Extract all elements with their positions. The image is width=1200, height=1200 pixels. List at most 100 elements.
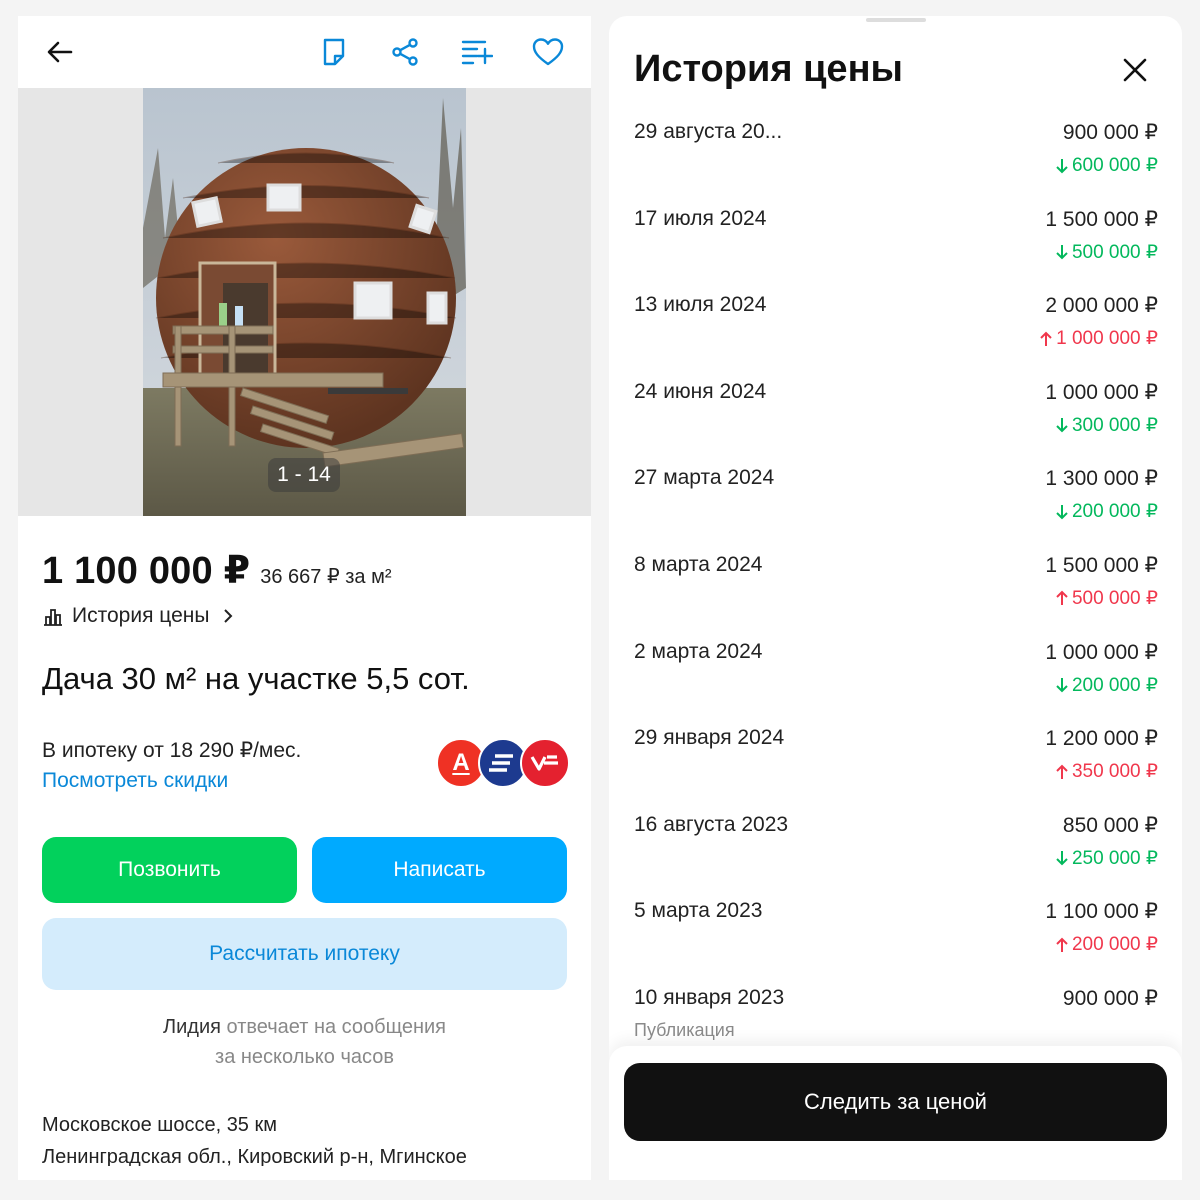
seller-reply-note: Лидия отвечает на сообщения за несколько… bbox=[18, 1012, 591, 1072]
history-row: 29 августа 20... 900 000 ₽ 600 000 ₽ bbox=[609, 116, 1182, 203]
price-history-sheet: История цены 29 августа 20... 900 000 ₽ 60… bbox=[609, 16, 1182, 1180]
history-change-value: 300 000 ₽ bbox=[1071, 414, 1158, 436]
listing-panel: 1 - 14 1 100 000 ₽ 36 667 ₽ за м² Истори… bbox=[18, 16, 591, 1180]
history-date: 8 марта 2024 bbox=[634, 552, 763, 576]
reply-line1: отвечает на сообщения bbox=[220, 1016, 446, 1038]
price-per-sqm: 36 667 ₽ за м² bbox=[260, 566, 392, 588]
history-row: 8 марта 2024 1 500 000 ₽ 500 000 ₽ bbox=[609, 549, 1182, 636]
history-price: 2 000 000 ₽ bbox=[1045, 294, 1158, 318]
arrow-up-icon bbox=[1040, 331, 1052, 346]
photo-counter: 1 - 14 bbox=[268, 458, 340, 492]
listing-photo[interactable] bbox=[143, 88, 466, 516]
history-row: 5 марта 2023 1 100 000 ₽ 200 000 ₽ bbox=[609, 895, 1182, 982]
history-price: 900 000 ₽ bbox=[1062, 986, 1158, 1010]
history-row: 27 марта 2024 1 300 000 ₽ 200 000 ₽ bbox=[609, 462, 1182, 549]
history-date: 27 марта 2024 bbox=[634, 466, 775, 490]
sheet-title: История цены bbox=[634, 48, 903, 90]
history-change: 600 000 ₽ bbox=[1055, 154, 1158, 177]
history-change-value: 1 000 000 ₽ bbox=[1056, 328, 1158, 350]
price-history-label: История цены bbox=[72, 604, 210, 627]
history-date: 24 июня 2024 bbox=[634, 379, 767, 403]
history-change: 250 000 ₽ bbox=[1055, 847, 1158, 870]
history-price: 1 000 000 ₽ bbox=[1045, 380, 1158, 404]
price-main: 1 100 000 ₽ bbox=[42, 550, 251, 592]
history-change-value: 600 000 ₽ bbox=[1071, 155, 1158, 176]
history-date: 17 июля 2024 bbox=[634, 206, 767, 230]
mortgage-text: В ипотеку от 18 290 ₽/мес. bbox=[42, 739, 302, 762]
history-row: 17 июля 2024 1 500 000 ₽ 500 000 ₽ bbox=[609, 203, 1182, 290]
arrow-down-icon bbox=[1056, 851, 1068, 866]
history-row: 24 июня 2024 1 000 000 ₽ 300 000 ₽ bbox=[609, 376, 1182, 463]
chevron-right-icon bbox=[224, 609, 233, 623]
address-region: Ленинградская обл., Кировский р-н, Мгинс… bbox=[42, 1146, 467, 1166]
history-date: 13 июля 2024 bbox=[634, 293, 767, 317]
share-icon[interactable] bbox=[383, 30, 427, 74]
arrow-down-icon bbox=[1056, 418, 1068, 433]
price-history-list: 29 августа 20... 900 000 ₽ 600 000 ₽ 17 июл… bbox=[609, 116, 1182, 1069]
seller-name: Лидия bbox=[163, 1016, 221, 1038]
arrow-down-icon bbox=[1056, 678, 1068, 693]
close-icon[interactable] bbox=[1115, 50, 1155, 90]
photo-gallery[interactable]: 1 - 14 bbox=[18, 88, 591, 516]
history-change-value: 200 000 ₽ bbox=[1071, 674, 1158, 696]
back-arrow-icon[interactable] bbox=[38, 30, 82, 74]
history-price: 1 100 000 ₽ bbox=[1045, 900, 1158, 924]
history-change: 200 000 ₽ bbox=[1055, 933, 1158, 956]
compare-list-icon[interactable] bbox=[455, 30, 499, 74]
history-change: 350 000 ₽ bbox=[1055, 760, 1158, 783]
favorite-heart-icon[interactable] bbox=[526, 30, 570, 74]
write-button[interactable]: Написать bbox=[312, 837, 567, 903]
address-highway: Московское шоссе, 35 км bbox=[42, 1114, 277, 1136]
history-row: 13 июля 2024 2 000 000 ₽ 1 000 000 ₽ bbox=[609, 289, 1182, 376]
history-date: 2 марта 2024 bbox=[634, 639, 763, 663]
history-date: 16 августа 2023 bbox=[634, 812, 789, 836]
history-price: 1 200 000 ₽ bbox=[1045, 727, 1158, 751]
calculate-mortgage-button[interactable]: Рассчитать ипотеку bbox=[42, 918, 567, 990]
history-change: 200 000 ₽ bbox=[1055, 500, 1158, 523]
sheet-drag-handle[interactable] bbox=[866, 18, 926, 22]
history-date: 29 января 2024 bbox=[634, 726, 785, 750]
history-row: 29 января 2024 1 200 000 ₽ 350 000 ₽ bbox=[609, 722, 1182, 809]
history-change-value: 350 000 ₽ bbox=[1071, 761, 1158, 783]
history-change-value: 250 000 ₽ bbox=[1071, 847, 1158, 869]
history-price: 1 300 000 ₽ bbox=[1045, 467, 1158, 491]
note-icon[interactable] bbox=[312, 30, 356, 74]
history-date: 10 января 2023 bbox=[634, 985, 785, 1009]
bank-logo-red-icon bbox=[520, 738, 570, 788]
history-change: 500 000 ₽ bbox=[1055, 587, 1158, 610]
history-note: Публикация bbox=[634, 1019, 735, 1040]
listing-title: Дача 30 м² на участке 5,5 сот. bbox=[42, 661, 470, 696]
history-price: 1 000 000 ₽ bbox=[1045, 640, 1158, 664]
arrow-down-icon bbox=[1056, 245, 1068, 260]
history-price: 1 500 000 ₽ bbox=[1045, 207, 1158, 231]
history-date: 5 марта 2023 bbox=[634, 899, 763, 923]
history-change: 300 000 ₽ bbox=[1055, 414, 1158, 437]
history-row: 16 августа 2023 850 000 ₽ 250 000 ₽ bbox=[609, 809, 1182, 896]
history-change-value: 200 000 ₽ bbox=[1071, 501, 1158, 523]
bank-logos[interactable]: А bbox=[436, 738, 570, 790]
arrow-up-icon bbox=[1056, 591, 1068, 606]
arrow-up-icon bbox=[1056, 764, 1068, 779]
history-change: 500 000 ₽ bbox=[1055, 241, 1158, 264]
price-history-link[interactable]: История цены bbox=[42, 604, 235, 628]
history-price: 850 000 ₽ bbox=[1062, 813, 1158, 837]
history-change-value: 500 000 ₽ bbox=[1071, 587, 1158, 609]
top-bar bbox=[18, 16, 591, 88]
history-change: 1 000 000 ₽ bbox=[1039, 327, 1158, 350]
bar-chart-icon bbox=[44, 609, 62, 626]
arrow-up-icon bbox=[1056, 937, 1068, 952]
reply-line2: за несколько часов bbox=[215, 1046, 394, 1068]
history-date: 29 августа 20... bbox=[634, 120, 783, 143]
watch-price-button[interactable]: Следить за ценой bbox=[624, 1063, 1167, 1141]
history-row: 2 марта 2024 1 000 000 ₽ 200 000 ₽ bbox=[609, 636, 1182, 723]
arrow-down-icon bbox=[1056, 158, 1068, 173]
history-price: 1 500 000 ₽ bbox=[1045, 553, 1158, 577]
history-change: 200 000 ₽ bbox=[1055, 674, 1158, 697]
history-change-value: 200 000 ₽ bbox=[1071, 934, 1158, 956]
price-row: 1 100 000 ₽ 36 667 ₽ за м² bbox=[42, 548, 392, 593]
history-change-value: 500 000 ₽ bbox=[1071, 241, 1158, 263]
view-discounts-link[interactable]: Посмотреть скидки bbox=[42, 769, 228, 793]
history-price: 900 000 ₽ bbox=[1062, 121, 1158, 144]
arrow-down-icon bbox=[1056, 504, 1068, 520]
call-button[interactable]: Позвонить bbox=[42, 837, 297, 903]
